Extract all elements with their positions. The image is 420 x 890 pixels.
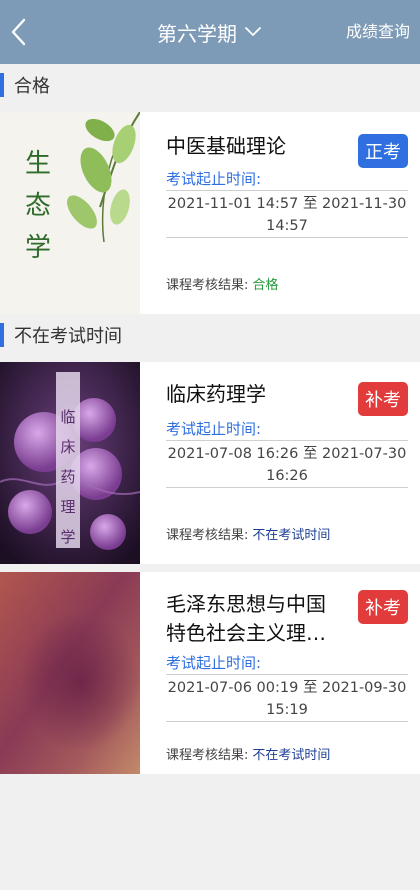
chevron-down-icon	[245, 27, 261, 36]
term-selector[interactable]: 第六学期	[157, 18, 263, 47]
result-value: 合格	[252, 278, 279, 293]
top-nav-bar: 第六学期 成绩查询	[0, 0, 420, 64]
term-label: 第六学期	[157, 21, 237, 46]
cover-title-char: 药	[60, 468, 75, 486]
exam-period-label: 考试起止时间:	[166, 420, 262, 438]
section-title: 合格	[14, 76, 50, 97]
exam-result: 课程考核结果: 不在考试时间	[166, 744, 330, 763]
course-info: 中医基础理论 正考 考试起止时间: 2021-11-01 14:57 至 202…	[166, 112, 408, 314]
exam-period-box: 2021-07-06 00:19 至 2021-09-30 15:19	[166, 674, 408, 722]
result-value: 不在考试时间	[252, 528, 331, 543]
course-cover-image	[0, 572, 140, 774]
course-info: 临床药理学 补考 考试起止时间: 2021-07-08 16:26 至 2021…	[166, 362, 408, 564]
course-card[interactable]: 生 态 学 中医基础理论 正考 考试起止时间: 2021-11-01 14:57…	[0, 112, 420, 314]
result-label: 课程考核结果:	[166, 528, 249, 543]
cover-title-char: 学	[60, 528, 75, 546]
course-name-line: 特色社会主义理…	[166, 621, 326, 645]
exam-period-start: 2021-07-08 16:26 至 2021-07-30	[167, 446, 407, 462]
section-accent-bar	[0, 73, 4, 97]
section-title: 不在考试时间	[14, 326, 122, 347]
course-cover-image: 生 态 学	[0, 112, 140, 314]
course-card[interactable]: 临 床 药 理 学 临床药理学 补考 考试起止时间: 2021-07-08 16…	[0, 362, 420, 564]
course-name: 毛泽东思想与中国 特色社会主义理…	[166, 590, 344, 648]
result-label: 课程考核结果:	[166, 748, 249, 763]
exam-period-end: 16:26	[266, 468, 308, 484]
exam-period-end: 14:57	[266, 218, 308, 234]
course-cover-image: 临 床 药 理 学	[0, 362, 140, 564]
exam-type-badge: 补考	[358, 382, 408, 416]
exam-period-label: 考试起止时间:	[166, 170, 262, 188]
blurred-cover-art	[0, 572, 140, 774]
section-accent-bar	[0, 323, 4, 347]
cover-title-char: 学	[25, 233, 51, 263]
result-value: 不在考试时间	[252, 748, 331, 763]
course-info: 毛泽东思想与中国 特色社会主义理… 补考 考试起止时间: 2021-07-06 …	[166, 572, 408, 774]
section-header-not-in-time: 不在考试时间	[0, 314, 420, 356]
result-label: 课程考核结果:	[166, 278, 249, 293]
cover-title-char: 生	[25, 149, 51, 179]
exam-period-start: 2021-07-06 00:19 至 2021-09-30	[167, 680, 407, 696]
cover-title-char: 态	[25, 191, 51, 221]
exam-period-box: 2021-07-08 16:26 至 2021-07-30 16:26	[166, 440, 408, 488]
exam-period-label: 考试起止时间:	[166, 654, 262, 672]
exam-period-start: 2021-11-01 14:57 至 2021-11-30	[167, 196, 407, 212]
course-name: 临床药理学	[166, 382, 266, 406]
exam-result: 课程考核结果: 合格	[166, 274, 278, 293]
grade-query-button[interactable]: 成绩查询	[346, 0, 410, 64]
ecology-cover-art: 生 态 学	[0, 112, 140, 314]
exam-period-end: 15:19	[266, 702, 308, 718]
cover-title-char: 理	[60, 498, 75, 516]
exam-period-box: 2021-11-01 14:57 至 2021-11-30 14:57	[166, 190, 408, 238]
course-name-line: 毛泽东思想与中国	[166, 592, 326, 616]
course-card[interactable]: 毛泽东思想与中国 特色社会主义理… 补考 考试起止时间: 2021-07-06 …	[0, 572, 420, 774]
exam-type-badge: 补考	[358, 590, 408, 624]
exam-result: 课程考核结果: 不在考试时间	[166, 524, 330, 543]
cover-title-char: 临	[60, 408, 75, 426]
exam-type-badge: 正考	[358, 134, 408, 168]
section-header-passed: 合格	[0, 64, 420, 106]
cover-title-char: 床	[60, 438, 75, 456]
pharmacology-cover-art: 临 床 药 理 学	[0, 362, 140, 564]
course-name: 中医基础理论	[166, 134, 286, 158]
